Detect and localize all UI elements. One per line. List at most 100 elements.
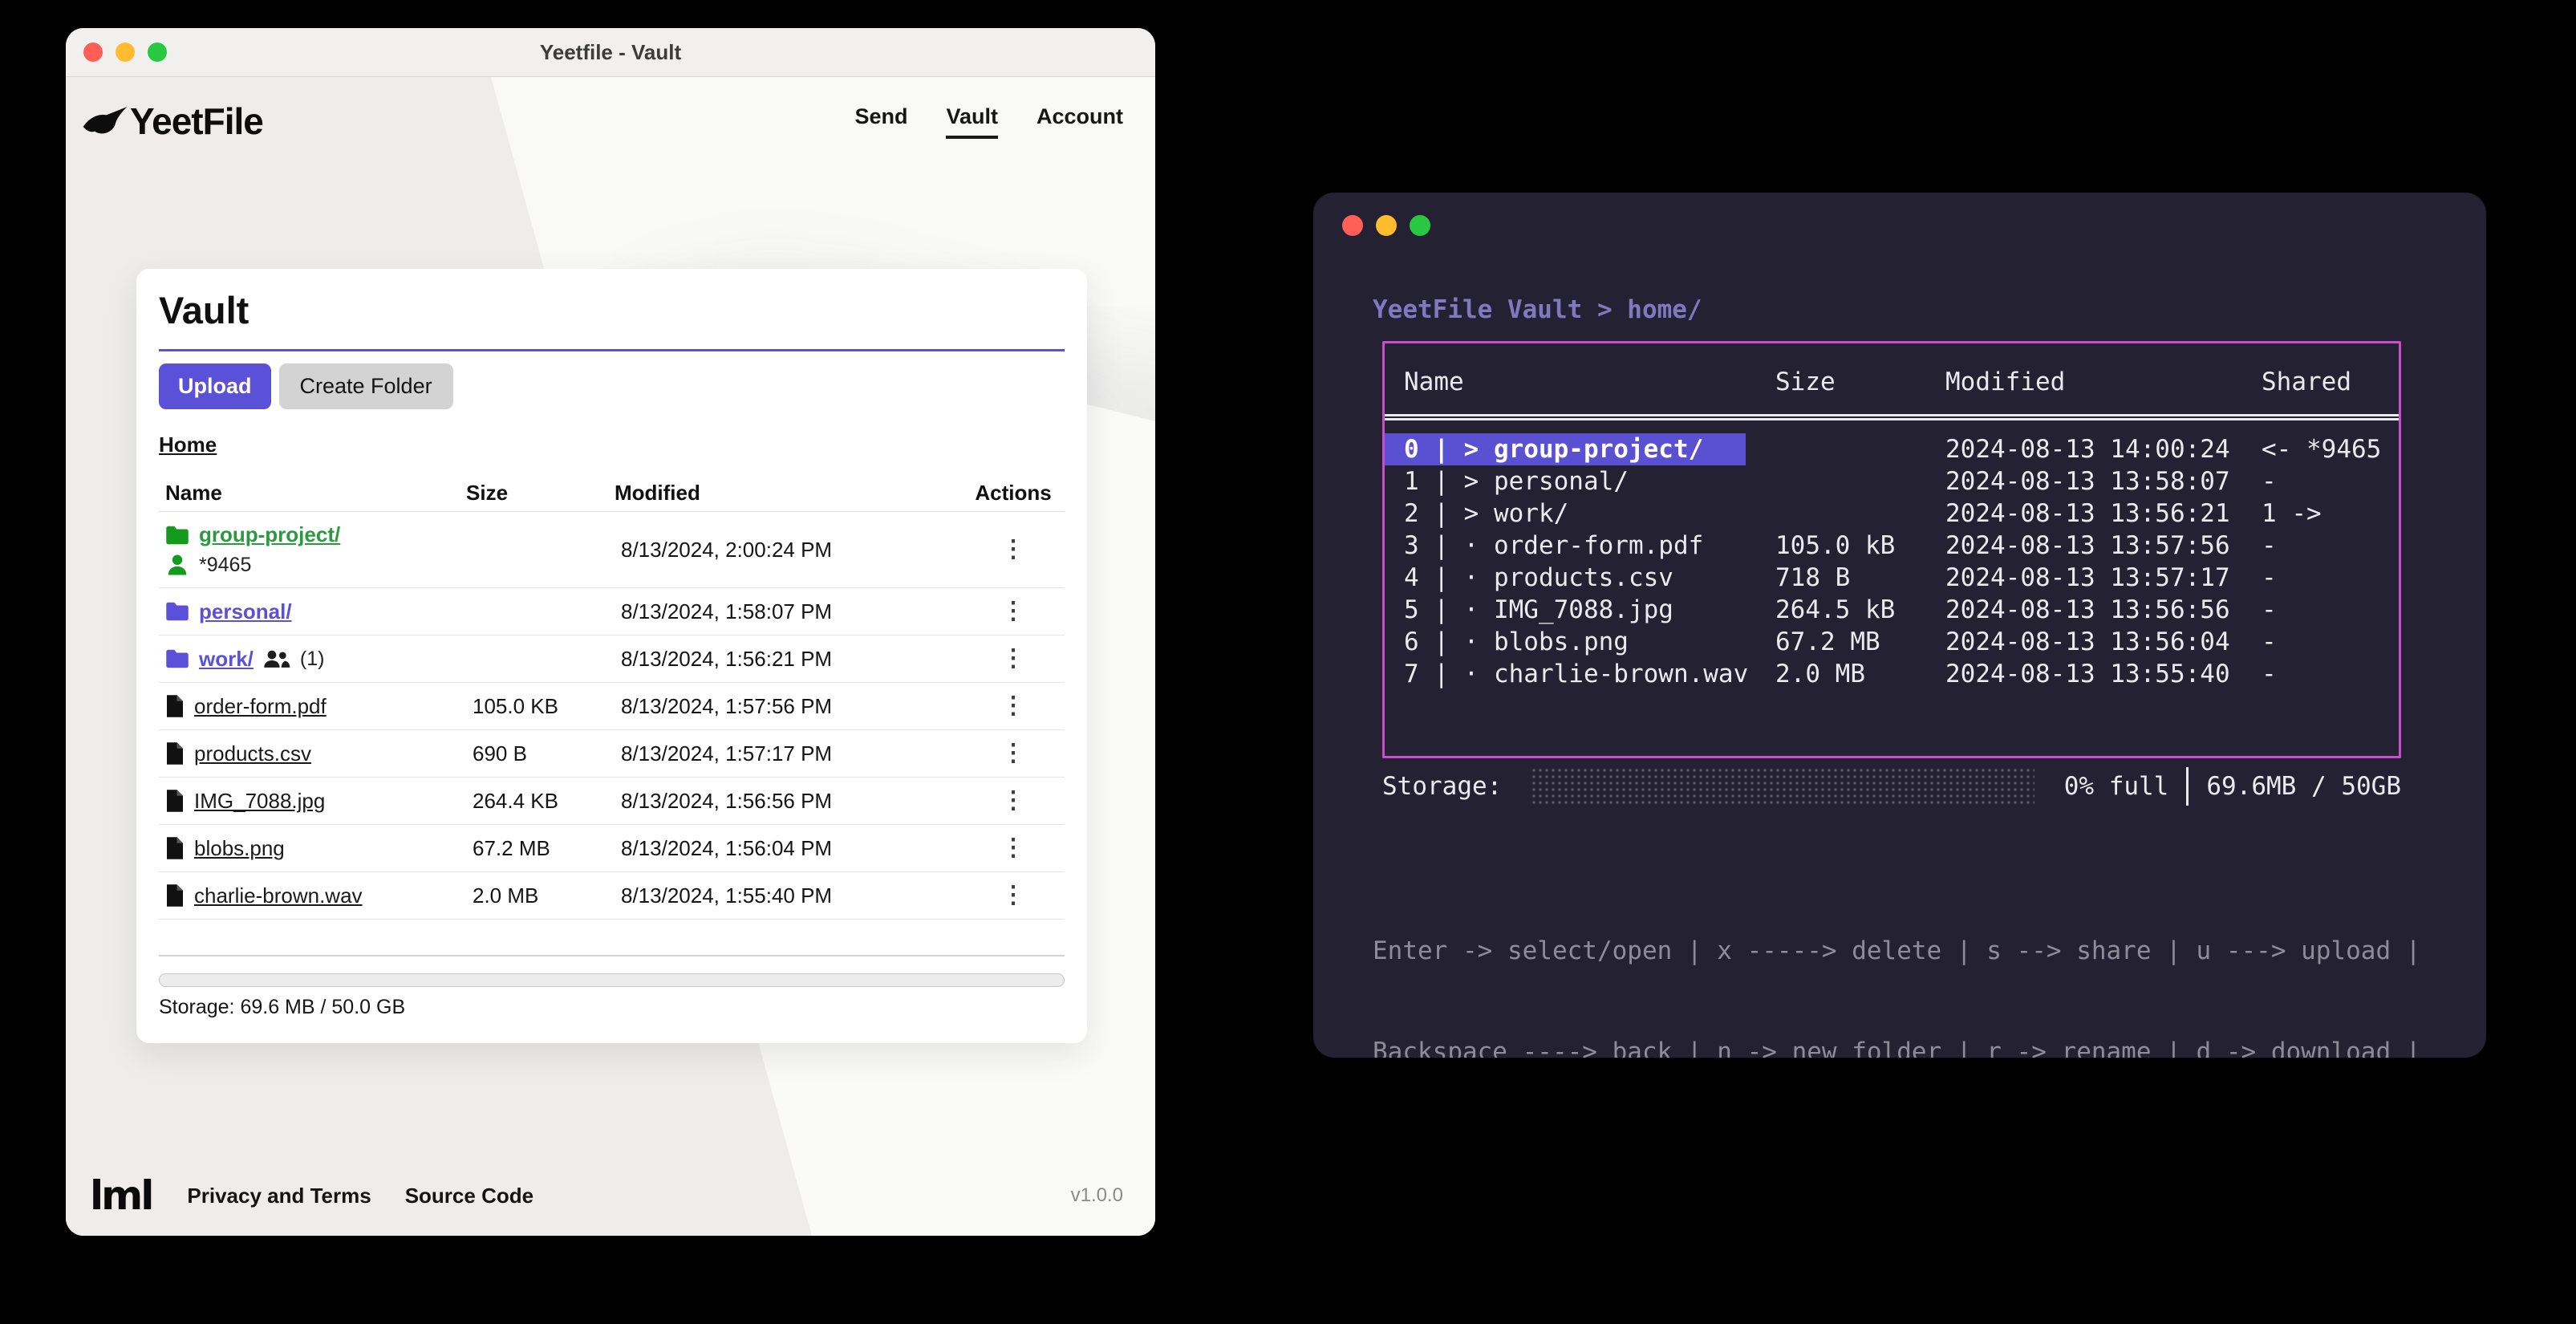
yeetfile-logo[interactable]: YeetFile <box>82 100 264 143</box>
tui-row-selected[interactable]: 0 | > group-project/ 2024-08-13 14:00:24… <box>1385 433 2399 465</box>
tui-storage-percent: 0% full <box>2063 771 2169 801</box>
nav-account[interactable]: Account <box>1036 104 1123 139</box>
modified-cell: 8/13/2024, 1:56:04 PM <box>621 835 833 860</box>
size-cell: 67.2 MB <box>473 835 550 860</box>
close-button[interactable] <box>1342 215 1363 236</box>
tui-keybinding-help: Enter -> select/open | x -----> delete |… <box>1373 867 2420 1058</box>
col-header-modified: Modified <box>615 480 700 505</box>
tui-name-cell: 6 | · blobs.png <box>1404 627 1629 656</box>
row-actions-menu-icon[interactable]: ⋮ <box>1001 598 1025 624</box>
tui-col-shared: Shared <box>2262 368 2351 396</box>
folder-link[interactable]: group-project/ <box>199 522 340 547</box>
tui-header-separator <box>1385 414 2399 420</box>
yeetfile-bird-icon <box>82 104 128 139</box>
tui-size-cell: 718 B <box>1775 563 1851 592</box>
size-cell: 690 B <box>473 741 527 766</box>
tui-modified-cell: 2024-08-13 13:55:40 <box>1945 660 2230 688</box>
tui-help-line-2: Backspace ----> back | n -> new folder |… <box>1373 1038 2421 1058</box>
tui-shared-cell: 1 -> <box>2262 499 2322 528</box>
version-label: v1.0.0 <box>1070 1184 1123 1206</box>
minimize-button[interactable] <box>1376 215 1397 236</box>
storage-usage-label: Storage: 69.6 MB / 50.0 GB <box>159 996 406 1018</box>
zoom-button[interactable] <box>148 43 167 62</box>
size-cell: 264.4 KB <box>473 788 558 813</box>
shared-user-icon <box>165 553 189 577</box>
row-actions-menu-icon[interactable]: ⋮ <box>1001 787 1025 814</box>
modified-cell: 8/13/2024, 1:57:56 PM <box>621 693 833 718</box>
folder-link[interactable]: work/ <box>199 647 254 672</box>
tui-col-name: Name <box>1404 368 1464 396</box>
tui-size-cell: 105.0 kB <box>1775 531 1896 560</box>
file-table: Name Size Modified Actions group-project… <box>159 474 1065 920</box>
nav-send[interactable]: Send <box>854 104 907 139</box>
file-link[interactable]: blobs.png <box>194 836 285 861</box>
shared-by-label: *9465 <box>199 553 252 576</box>
footer-monogram-logo[interactable]: lml <box>90 1172 154 1219</box>
create-folder-button[interactable]: Create Folder <box>278 363 453 409</box>
tui-row[interactable]: 5 | · IMG_7088.jpg 264.5 kB 2024-08-13 1… <box>1385 594 2399 626</box>
tui-name-cell: 3 | · order-form.pdf <box>1404 531 1704 560</box>
horizontal-scrollbar[interactable] <box>159 973 1065 987</box>
file-link[interactable]: charlie-brown.wav <box>194 883 363 908</box>
table-row[interactable]: products.csv 690 B 8/13/2024, 1:57:17 PM… <box>159 730 1065 778</box>
tui-row[interactable]: 6 | · blobs.png 67.2 MB 2024-08-13 13:56… <box>1385 626 2399 658</box>
table-row[interactable]: work/ (1) 8/13/2024, 1:56:21 PM ⋮ <box>159 636 1065 683</box>
file-icon <box>165 789 185 813</box>
vault-card: Vault Upload Create Folder Home Name Siz… <box>136 269 1087 1043</box>
table-row[interactable]: IMG_7088.jpg 264.4 KB 8/13/2024, 1:56:56… <box>159 778 1065 825</box>
tui-row[interactable]: 2 | > work/ 2024-08-13 13:56:21 1 -> <box>1385 498 2399 530</box>
tui-storage-progress-bar <box>1529 765 2035 807</box>
nav-vault[interactable]: Vault <box>946 104 998 139</box>
minimize-button[interactable] <box>116 43 135 62</box>
table-header-row: Name Size Modified Actions <box>159 474 1065 512</box>
size-cell: 2.0 MB <box>473 883 539 908</box>
tui-name-cell: 1 | > personal/ <box>1404 467 1629 496</box>
tui-shared-cell: - <box>2262 467 2277 496</box>
folder-link[interactable]: personal/ <box>199 599 292 624</box>
table-row[interactable]: order-form.pdf 105.0 KB 8/13/2024, 1:57:… <box>159 683 1065 730</box>
zoom-button[interactable] <box>1410 215 1430 236</box>
tui-modified-cell: 2024-08-13 13:56:21 <box>1945 499 2230 528</box>
tui-size-cell: 264.5 kB <box>1775 595 1896 624</box>
row-actions-menu-icon[interactable]: ⋮ <box>1001 536 1025 562</box>
upload-button[interactable]: Upload <box>159 363 271 409</box>
terminal-window: YeetFile Vault > home/ Name Size Modifie… <box>1313 193 2486 1058</box>
breadcrumb-home-link[interactable]: Home <box>159 433 217 457</box>
size-cell: 105.0 KB <box>473 693 558 718</box>
tui-modified-cell: 2024-08-13 14:00:24 <box>1945 435 2230 464</box>
tui-modified-cell: 2024-08-13 13:57:17 <box>1945 563 2230 592</box>
row-actions-menu-icon[interactable]: ⋮ <box>1001 645 1025 672</box>
member-count-label: (1) <box>299 647 325 670</box>
file-icon <box>165 694 185 718</box>
table-row[interactable]: blobs.png 67.2 MB 8/13/2024, 1:56:04 PM … <box>159 825 1065 872</box>
row-actions-menu-icon[interactable]: ⋮ <box>1001 835 1025 861</box>
tui-size-cell: 67.2 MB <box>1775 627 1880 656</box>
col-header-size: Size <box>466 480 509 505</box>
tui-row[interactable]: 1 | > personal/ 2024-08-13 13:58:07 - <box>1385 465 2399 498</box>
table-row[interactable]: charlie-brown.wav 2.0 MB 8/13/2024, 1:55… <box>159 872 1065 920</box>
terminal-window-controls <box>1313 215 1430 236</box>
tui-storage-row: Storage: 0% full 69.6MB / 50GB <box>1382 764 2401 808</box>
table-row[interactable]: personal/ 8/13/2024, 1:58:07 PM ⋮ <box>159 588 1065 636</box>
brand-name: YeetFile <box>130 100 264 142</box>
table-row[interactable]: group-project/ *9465 8/13/2024, 2:00:24 … <box>159 512 1065 588</box>
tui-storage-usage: 69.6MB / 50GB <box>2206 771 2401 801</box>
row-actions-menu-icon[interactable]: ⋮ <box>1001 692 1025 719</box>
file-link[interactable]: order-form.pdf <box>194 694 327 719</box>
tui-row[interactable]: 3 | · order-form.pdf 105.0 kB 2024-08-13… <box>1385 530 2399 562</box>
main-nav: Send Vault Account <box>854 104 1123 139</box>
file-link[interactable]: products.csv <box>194 741 311 766</box>
tui-shared-cell: - <box>2262 595 2277 624</box>
tui-row[interactable]: 4 | · products.csv 718 B 2024-08-13 13:5… <box>1385 562 2399 594</box>
file-link[interactable]: IMG_7088.jpg <box>194 789 325 814</box>
privacy-terms-link[interactable]: Privacy and Terms <box>187 1184 371 1208</box>
source-code-link[interactable]: Source Code <box>405 1184 533 1208</box>
site-footer: lml Privacy and Terms Source Code v1.0.0 <box>66 1164 1155 1236</box>
tui-storage-divider <box>2186 766 2189 806</box>
row-actions-menu-icon[interactable]: ⋮ <box>1001 740 1025 766</box>
tui-modified-cell: 2024-08-13 13:58:07 <box>1945 467 2230 496</box>
modified-cell: 8/13/2024, 2:00:24 PM <box>621 537 833 562</box>
close-button[interactable] <box>83 43 103 62</box>
row-actions-menu-icon[interactable]: ⋮ <box>1001 882 1025 908</box>
tui-row[interactable]: 7 | · charlie-brown.wav 2.0 MB 2024-08-1… <box>1385 658 2399 690</box>
